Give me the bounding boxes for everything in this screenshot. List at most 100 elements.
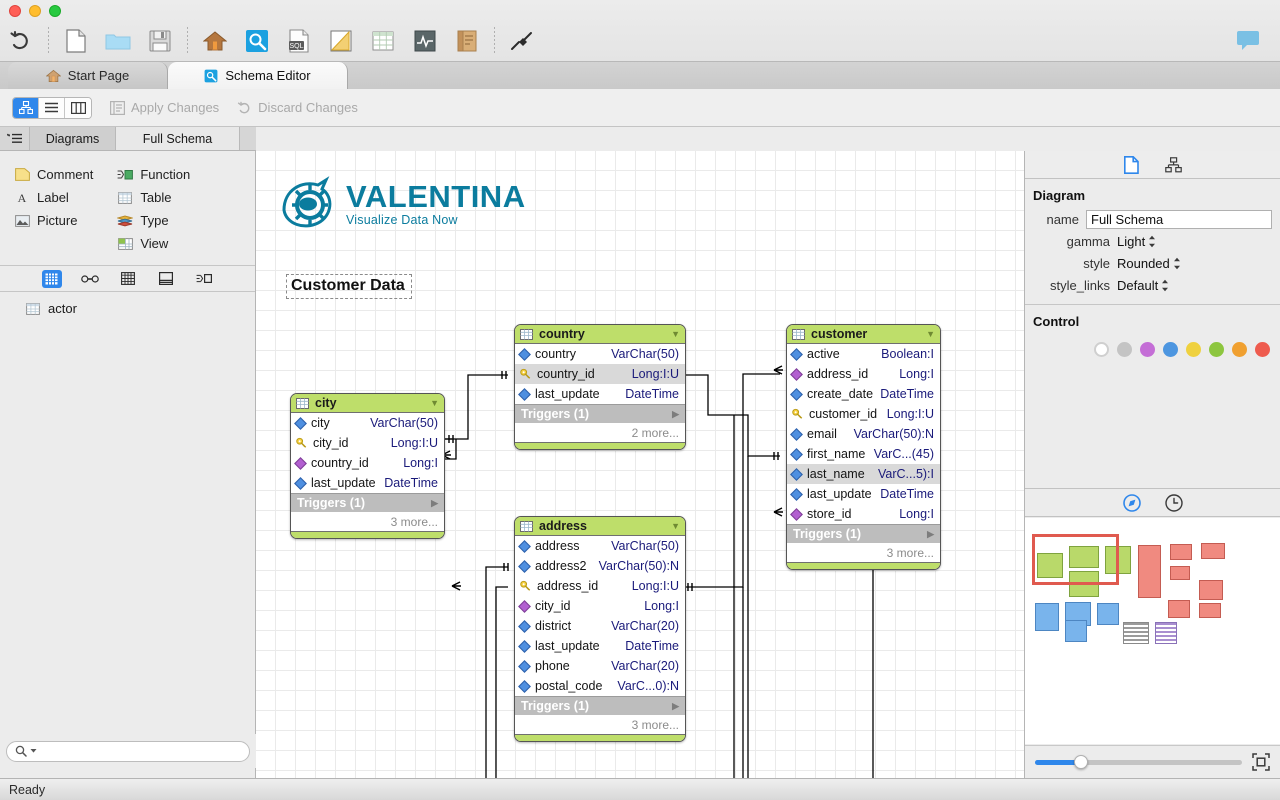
er-field-row[interactable]: country_id Long:I:U xyxy=(515,364,685,384)
apply-changes-button[interactable]: Apply Changes xyxy=(110,100,219,115)
er-field-row[interactable]: address_id Long:I xyxy=(787,364,940,384)
er-field-row[interactable]: city_id Long:I:U xyxy=(291,433,444,453)
zoom-window-button[interactable] xyxy=(49,5,61,17)
search-input[interactable] xyxy=(40,744,220,758)
book-filter-icon[interactable] xyxy=(156,270,176,288)
fit-to-window-icon[interactable] xyxy=(1252,753,1270,771)
er-table-country[interactable]: country ▼ country VarChar(50) country_id Long… xyxy=(514,324,686,450)
color-swatch[interactable] xyxy=(1255,342,1270,357)
er-field-row[interactable]: store_id Long:I xyxy=(787,504,940,524)
er-triggers-row[interactable]: Triggers (1) ▶ xyxy=(515,404,685,423)
er-field-row[interactable]: customer_id Long:I:U xyxy=(787,404,940,424)
valentina-schema-icon[interactable] xyxy=(236,21,278,61)
compass-icon[interactable] xyxy=(1122,493,1141,512)
list-filter-icon[interactable] xyxy=(194,270,214,288)
er-table-customer[interactable]: customer ▼ active Boolean:I address_id Long:I… xyxy=(786,324,941,570)
er-field-row[interactable]: country_id Long:I xyxy=(291,453,444,473)
er-field-row[interactable]: phone VarChar(20) xyxy=(515,656,685,676)
search-dropdown-caret-icon[interactable] xyxy=(30,748,37,754)
er-table-header[interactable]: customer ▼ xyxy=(787,325,940,344)
er-field-row[interactable]: create_date DateTime xyxy=(787,384,940,404)
report-icon[interactable] xyxy=(446,21,488,61)
open-folder-icon[interactable] xyxy=(97,21,139,61)
color-swatch[interactable] xyxy=(1094,342,1109,357)
tab-start-page[interactable]: Start Page xyxy=(8,62,168,89)
er-table-address[interactable]: address ▼ address VarChar(50) address2 VarCha… xyxy=(514,516,686,742)
palette-item-picture[interactable]: Picture xyxy=(14,213,93,228)
chart-icon[interactable] xyxy=(404,21,446,61)
er-triggers-row[interactable]: Triggers (1) ▶ xyxy=(291,493,444,512)
diagram-canvas[interactable]: VALENTINA Visualize Data Now Customer Da… xyxy=(256,151,1024,778)
er-field-row[interactable]: address VarChar(50) xyxy=(515,536,685,556)
zoom-slider[interactable] xyxy=(1035,754,1242,769)
chevron-right-icon[interactable]: ▶ xyxy=(431,498,438,509)
palette-item-view[interactable]: View xyxy=(117,236,190,251)
color-swatch[interactable] xyxy=(1209,342,1224,357)
color-swatch[interactable] xyxy=(1140,342,1155,357)
table-grid-icon[interactable] xyxy=(362,21,404,61)
view-mode-columns-button[interactable] xyxy=(65,97,91,118)
er-field-row[interactable]: district VarChar(20) xyxy=(515,616,685,636)
chevron-down-icon[interactable]: ▼ xyxy=(430,398,439,408)
clock-icon[interactable] xyxy=(1164,493,1183,512)
chevron-right-icon[interactable]: ▶ xyxy=(927,529,934,540)
zoom-slider-knob[interactable] xyxy=(1073,754,1088,769)
er-triggers-row[interactable]: Triggers (1) ▶ xyxy=(515,696,685,715)
er-field-row[interactable]: address2 VarChar(50):N xyxy=(515,556,685,576)
panel-tab-full-schema[interactable]: Full Schema xyxy=(116,127,240,150)
er-field-row[interactable]: first_name VarC...(45) xyxy=(787,444,940,464)
chevron-down-icon[interactable]: ▼ xyxy=(671,329,680,339)
diagram-style-select[interactable]: Rounded xyxy=(1117,256,1181,271)
er-field-row[interactable]: postal_code VarC...0):N xyxy=(515,676,685,696)
er-field-row[interactable]: city_id Long:I xyxy=(515,596,685,616)
diagram-gamma-select[interactable]: Light xyxy=(1117,234,1156,249)
er-field-row[interactable]: last_name VarC...5):I xyxy=(787,464,940,484)
color-swatch[interactable] xyxy=(1117,342,1132,357)
er-field-row[interactable]: last_update DateTime xyxy=(291,473,444,493)
home-icon[interactable] xyxy=(194,21,236,61)
er-field-row[interactable]: country VarChar(50) xyxy=(515,344,685,364)
minimap-canvas[interactable] xyxy=(1025,518,1280,744)
document-icon[interactable] xyxy=(1123,155,1139,174)
diagram-icon[interactable] xyxy=(320,21,362,61)
diagram-style-links-select[interactable]: Default xyxy=(1117,278,1169,293)
er-field-row[interactable]: city VarChar(50) xyxy=(291,413,444,433)
tables-filter-icon[interactable] xyxy=(41,269,62,288)
panel-menu-button[interactable] xyxy=(0,127,30,150)
er-table-header[interactable]: country ▼ xyxy=(515,325,685,344)
chevron-down-icon[interactable]: ▼ xyxy=(671,521,680,531)
chat-icon[interactable] xyxy=(1228,20,1268,60)
grid-filter-icon[interactable] xyxy=(118,270,138,288)
er-more-label[interactable]: 2 more... xyxy=(515,423,685,442)
tab-schema-editor[interactable]: Schema Editor xyxy=(168,62,348,89)
chevron-down-icon[interactable]: ▼ xyxy=(926,329,935,339)
diagram-name-input[interactable] xyxy=(1086,209,1272,229)
hierarchy-icon[interactable] xyxy=(1164,156,1182,173)
er-triggers-row[interactable]: Triggers (1) ▶ xyxy=(787,524,940,543)
view-mode-diagram-button[interactable] xyxy=(13,97,39,118)
er-table-header[interactable]: city ▼ xyxy=(291,394,444,413)
links-filter-icon[interactable] xyxy=(80,270,100,288)
er-table-city[interactable]: city ▼ city VarChar(50) city_id Long:I:U count… xyxy=(290,393,445,539)
search-box[interactable] xyxy=(6,740,250,762)
er-field-row[interactable]: email VarChar(50):N xyxy=(787,424,940,444)
palette-item-table[interactable]: Table xyxy=(117,190,190,205)
color-swatch[interactable] xyxy=(1186,342,1201,357)
chevron-right-icon[interactable]: ▶ xyxy=(672,701,679,712)
save-icon[interactable] xyxy=(139,21,181,61)
palette-item-comment[interactable]: Comment xyxy=(14,167,93,182)
palette-item-type[interactable]: Type xyxy=(117,213,190,228)
er-more-label[interactable]: 3 more... xyxy=(291,512,444,531)
close-window-button[interactable] xyxy=(9,5,21,17)
er-field-row[interactable]: last_update DateTime xyxy=(787,484,940,504)
minimap-viewport[interactable] xyxy=(1032,534,1119,585)
er-more-label[interactable]: 3 more... xyxy=(515,715,685,734)
panel-tab-diagrams[interactable]: Diagrams xyxy=(30,127,116,150)
canvas-comment-label[interactable]: Customer Data xyxy=(286,274,412,299)
new-document-icon[interactable] xyxy=(55,21,97,61)
sql-icon[interactable]: SQL xyxy=(278,21,320,61)
minimize-window-button[interactable] xyxy=(29,5,41,17)
undo-icon[interactable] xyxy=(0,21,42,61)
er-field-row[interactable]: address_id Long:I:U xyxy=(515,576,685,596)
er-table-header[interactable]: address ▼ xyxy=(515,517,685,536)
